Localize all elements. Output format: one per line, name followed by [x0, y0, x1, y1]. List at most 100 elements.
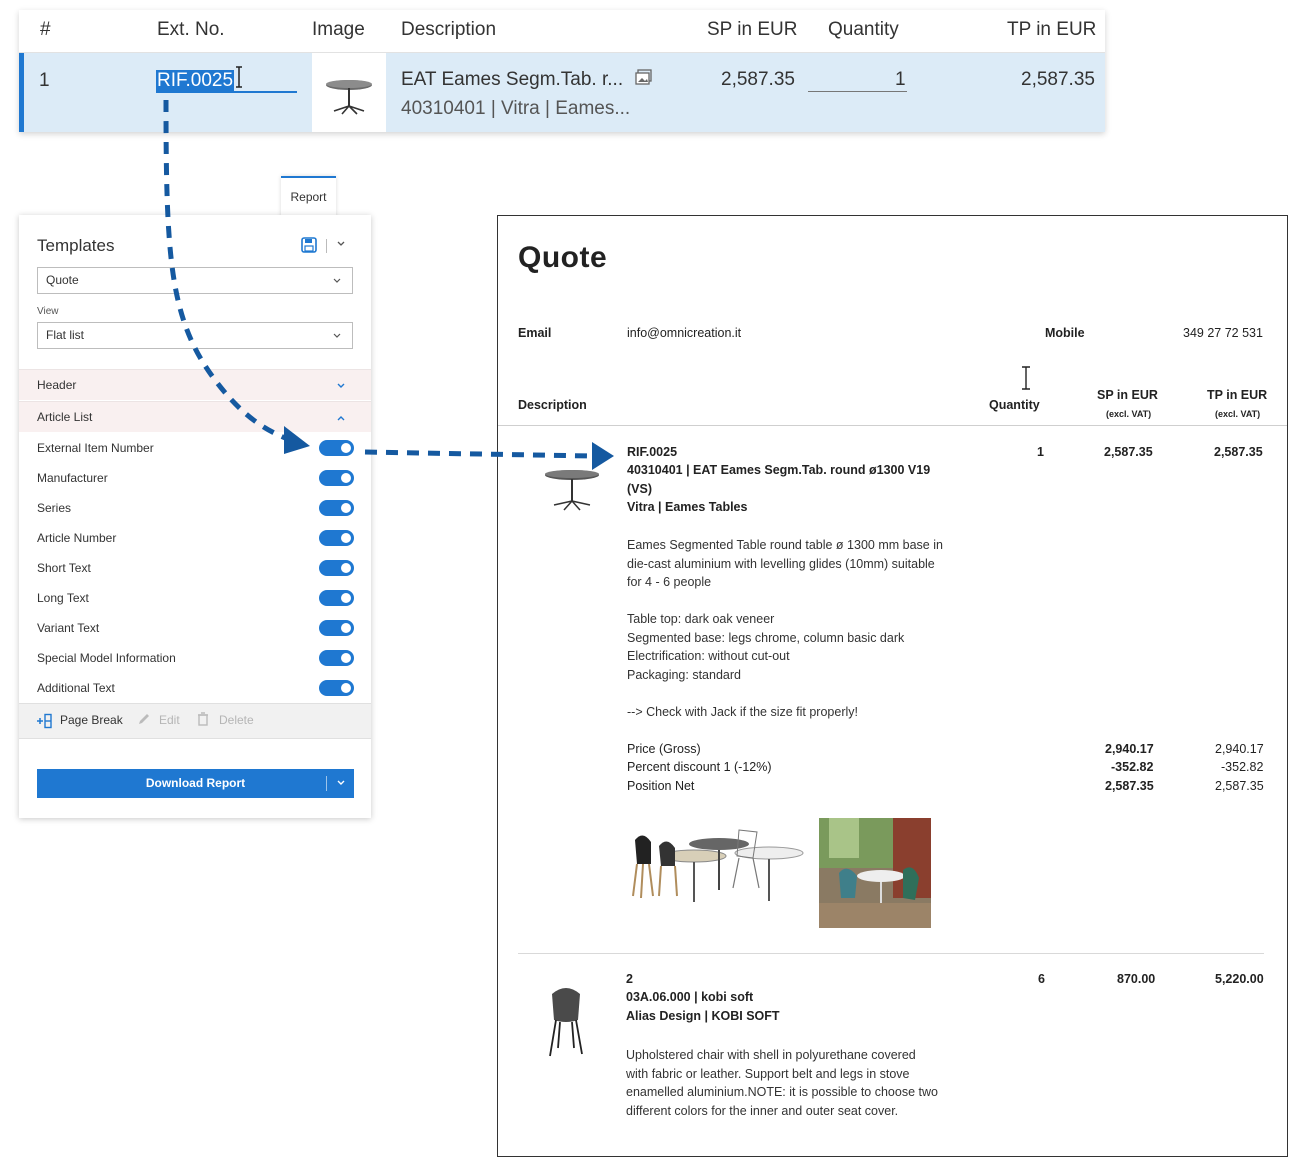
option-label: Article Number [37, 531, 117, 545]
item-2-image [549, 988, 583, 1057]
view-select-value: Flat list [46, 328, 85, 342]
header-tp: TP in EUR [1207, 388, 1268, 402]
page-break-icon [37, 713, 52, 729]
external-item-number-toggle[interactable] [319, 440, 354, 456]
position-net-tp: 2,587.35 [1215, 779, 1264, 793]
trash-icon [198, 712, 208, 726]
quantity-input[interactable]: 1 [895, 69, 906, 91]
header-tp-sub: (excl. VAT) [1215, 409, 1261, 419]
ext-no-underline [156, 91, 297, 93]
item-1-sp: 2,587.35 [1104, 445, 1153, 459]
section-header[interactable]: Header [19, 369, 371, 400]
option-row: Series [19, 494, 371, 524]
table-image [326, 80, 372, 115]
text-line: for 4 - 6 people [627, 575, 712, 589]
article-thumbnail[interactable] [312, 53, 386, 132]
col-description[interactable]: Description [401, 19, 496, 41]
option-row: Article Number [19, 524, 371, 554]
text-line: Segmented base: legs chrome, column basi… [627, 630, 905, 645]
product-photo-tables [629, 818, 807, 928]
col-tp[interactable]: TP in EUR [1007, 19, 1096, 41]
text-cursor-icon [236, 66, 242, 88]
email-value: info@omnicreation.it [627, 326, 742, 340]
ext-no-input[interactable]: RIF.0025 [156, 70, 235, 92]
header-sp: SP in EUR [1097, 388, 1158, 402]
text-line: die-cast aluminium with levelling glides… [627, 556, 935, 571]
text-line: with fabric or leather. Support belt and… [626, 1066, 910, 1081]
article-number-toggle[interactable] [319, 530, 354, 546]
row-selection-indicator [19, 53, 24, 132]
header-quantity: Quantity [989, 398, 1040, 412]
image-preview-icon[interactable] [635, 69, 652, 85]
tab-report[interactable]: Report [281, 176, 336, 218]
divider [518, 953, 1264, 954]
ext-no-value[interactable]: RIF.0025 [156, 70, 235, 91]
text-line: Table top: dark oak veneer [627, 612, 775, 626]
price-gross-label: Price (Gross) [627, 742, 701, 756]
page-break-button[interactable]: Page Break [60, 713, 123, 727]
short-text-toggle[interactable] [319, 560, 354, 576]
article-grid: # Ext. No. Image Description SP in EUR Q… [19, 10, 1105, 132]
option-row: External Item Number [19, 434, 371, 464]
item-1-ext-no: RIF.0025 [627, 445, 678, 459]
delete-button[interactable]: Delete [219, 713, 254, 727]
variant-text-toggle[interactable] [319, 620, 354, 636]
table-row[interactable]: 1 RIF.0025 EAT Eames Segm.Tab. r... 4031… [19, 53, 1105, 132]
option-label: Short Text [37, 561, 91, 575]
quote-document: Quote Email info@omnicreation.it Mobile … [497, 215, 1288, 1157]
item-2-brand: Alias Design | KOBI SOFT [626, 1009, 780, 1023]
section-header-label: Header [37, 378, 77, 392]
item-1-image [545, 470, 599, 511]
chevron-down-icon [333, 333, 341, 338]
item-2-long-text: Upholstered chair with shell in polyuret… [626, 1046, 938, 1120]
download-report-label: Download Report [145, 776, 246, 790]
divider [498, 425, 1287, 426]
save-icon[interactable] [301, 237, 317, 253]
col-image[interactable]: Image [312, 19, 365, 41]
edit-button[interactable]: Edit [159, 713, 180, 727]
col-sp[interactable]: SP in EUR [707, 19, 797, 41]
item-1-variants: Table top: dark oak veneer Segmented bas… [627, 610, 904, 684]
item-2-title: 03A.06.000 | kobi soft [626, 990, 754, 1004]
option-label: Series [37, 501, 72, 515]
report-panel: Templates Quote View Flat list Header Ar… [19, 215, 371, 818]
option-label: Manufacturer [37, 471, 108, 485]
row-description-title: EAT Eames Segm.Tab. r... [401, 69, 624, 90]
panel-title: Templates [37, 236, 115, 255]
option-label: Variant Text [37, 621, 100, 635]
text-line: Upholstered chair with shell in polyuret… [626, 1048, 916, 1062]
long-text-toggle[interactable] [319, 590, 354, 606]
option-label: External Item Number [37, 441, 154, 455]
item-1-quantity: 1 [1037, 445, 1044, 459]
text-line: Electrification: without cut-out [627, 649, 790, 663]
series-toggle[interactable] [319, 500, 354, 516]
email-label: Email [518, 326, 552, 340]
view-select[interactable]: Flat list [37, 322, 353, 349]
pencil-icon [139, 714, 149, 724]
header-sp-sub: (excl. VAT) [1106, 409, 1152, 419]
row-sp: 2,587.35 [721, 69, 795, 90]
col-ext-no[interactable]: Ext. No. [157, 19, 225, 41]
chevron-down-icon[interactable] [335, 237, 347, 249]
special-model-information-toggle[interactable] [319, 650, 354, 666]
option-row: Variant Text [19, 614, 371, 644]
col-index[interactable]: # [40, 19, 51, 41]
option-row: Additional Text [19, 674, 371, 704]
section-article-list[interactable]: Article List [19, 401, 371, 432]
col-quantity[interactable]: Quantity [828, 19, 899, 41]
manufacturer-toggle[interactable] [319, 470, 354, 486]
divider [326, 239, 327, 253]
row-index: 1 [39, 70, 50, 91]
option-label: Long Text [37, 591, 89, 605]
price-gross-tp: 2,940.17 [1215, 742, 1264, 756]
additional-text-toggle[interactable] [319, 680, 354, 696]
header-description: Description [518, 398, 587, 412]
text-line: different colors for the inner and outer… [626, 1103, 899, 1118]
chevron-up-icon [337, 416, 345, 421]
chevron-down-icon[interactable] [336, 778, 346, 788]
product-photo-outdoor [819, 818, 931, 928]
download-report-button[interactable]: Download Report [37, 769, 354, 798]
item-1-title: 40310401 | EAT Eames Segm.Tab. round ø13… [627, 463, 931, 477]
template-select[interactable]: Quote [37, 267, 353, 294]
item-1-title-cont: (VS) [627, 482, 652, 496]
